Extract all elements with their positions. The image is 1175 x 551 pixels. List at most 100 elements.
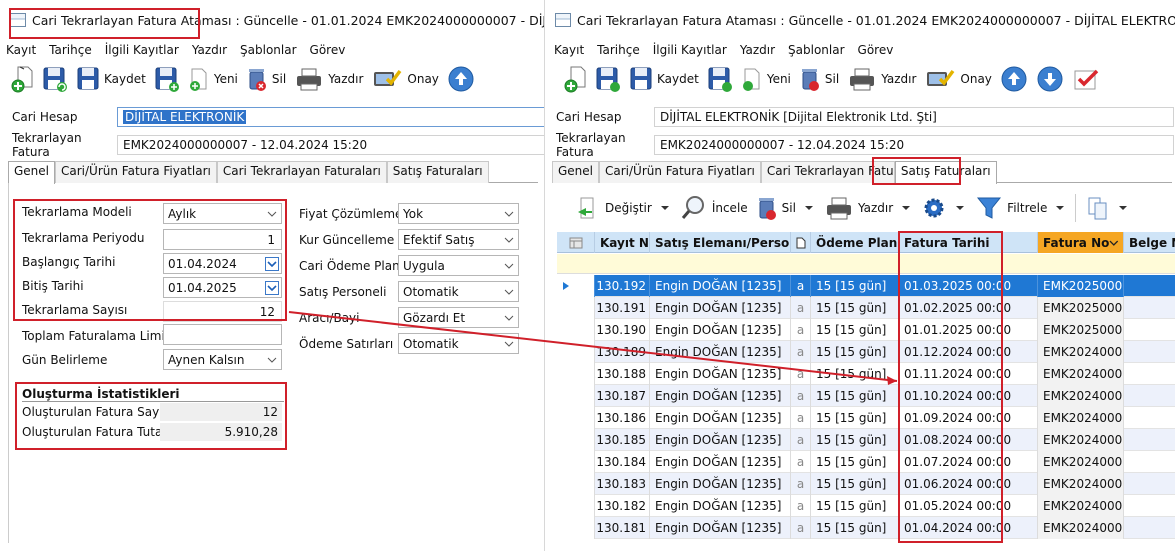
cell-personel[interactable]: Engin DOĞAN [1235] xyxy=(650,297,791,319)
filter-button[interactable]: Filtrele xyxy=(971,190,1071,226)
save-button[interactable]: Kaydet xyxy=(72,61,150,97)
row-type-icon[interactable]: a xyxy=(791,407,811,429)
approve-button[interactable]: Onay xyxy=(367,61,443,97)
cell-fatura-no[interactable]: EMK2024000... xyxy=(1038,407,1124,429)
calendar-dropdown-icon[interactable] xyxy=(265,281,279,295)
inspect-button[interactable]: İncele xyxy=(676,190,752,226)
row-indicator[interactable] xyxy=(557,275,595,297)
caret-down-icon[interactable] xyxy=(802,204,816,212)
col-odeme-plani[interactable]: Ödeme Planı xyxy=(811,232,899,253)
tekrarlayan-input[interactable]: EMK2024000000007 - 12.04.2024 15:20 xyxy=(117,135,544,155)
menu-gorev[interactable]: Görev xyxy=(304,43,353,57)
chevron-down-icon[interactable] xyxy=(502,285,516,299)
row-type-icon[interactable]: a xyxy=(791,363,811,385)
cell-personel[interactable]: Engin DOĞAN [1235] xyxy=(650,363,791,385)
calendar-dropdown-icon[interactable] xyxy=(265,257,279,271)
table-row[interactable]: 1.130.185Engin DOĞAN [1235]a15 [15 gün]0… xyxy=(557,429,1175,451)
menu-kayit[interactable]: Kayıt xyxy=(0,43,43,57)
cell-personel[interactable]: Engin DOĞAN [1235] xyxy=(650,517,791,539)
cell-personel[interactable]: Engin DOĞAN [1235] xyxy=(650,341,791,363)
chevron-down-icon[interactable] xyxy=(265,353,279,367)
delete-button[interactable]: Sil xyxy=(795,61,843,97)
cell-kayit-no[interactable]: 1.130.192 xyxy=(595,275,650,297)
row-indicator[interactable] xyxy=(557,473,595,495)
cell-belge-no[interactable] xyxy=(1124,429,1175,451)
row-indicator[interactable] xyxy=(557,429,595,451)
tab-satis-faturalari[interactable]: Satış Faturaları xyxy=(386,161,489,183)
save-refresh-button[interactable] xyxy=(38,61,72,97)
menu-yazdir[interactable]: Yazdır xyxy=(734,43,782,57)
cell-odeme-plani[interactable]: 15 [15 gün] xyxy=(811,363,899,385)
cell-odeme-plani[interactable]: 15 [15 gün] xyxy=(811,341,899,363)
cell-odeme-plani[interactable]: 15 [15 gün] xyxy=(811,319,899,341)
cell-belge-no[interactable] xyxy=(1124,341,1175,363)
caret-down-icon[interactable] xyxy=(1053,204,1067,212)
chevron-down-icon[interactable] xyxy=(265,207,279,221)
row-indicator[interactable] xyxy=(557,385,595,407)
tab-genel[interactable]: Genel xyxy=(8,161,56,184)
tab-cari-tekrarlayan[interactable]: Cari Tekrarlayan Faturaları xyxy=(216,161,387,183)
table-row[interactable]: 1.130.189Engin DOĞAN [1235]a15 [15 gün]0… xyxy=(557,341,1175,363)
menu-sablonlar[interactable]: Şablonlar xyxy=(234,43,304,57)
araci-bayi-select[interactable]: Gözardı Et xyxy=(398,307,519,328)
table-row[interactable]: 1.130.184Engin DOĞAN [1235]a15 [15 gün]0… xyxy=(557,451,1175,473)
cell-belge-no[interactable] xyxy=(1124,297,1175,319)
caret-down-icon[interactable] xyxy=(899,204,913,212)
chevron-down-icon[interactable] xyxy=(502,311,516,325)
copy-button[interactable] xyxy=(1080,190,1134,226)
table-row[interactable]: 1.130.190Engin DOĞAN [1235]a15 [15 gün]0… xyxy=(557,319,1175,341)
filter-row[interactable] xyxy=(557,254,1175,274)
new-button[interactable]: Yeni xyxy=(184,61,242,97)
menu-tarihce[interactable]: Tarihçe xyxy=(591,43,647,57)
print-button[interactable]: Yazdır xyxy=(290,61,367,97)
menu-ilgili-kayitlar[interactable]: İlgili Kayıtlar xyxy=(99,43,186,57)
row-indicator[interactable] xyxy=(557,297,595,319)
col-kayit-no[interactable]: Kayıt No xyxy=(595,232,650,253)
approve-button[interactable]: Onay xyxy=(920,61,996,97)
row-type-icon[interactable]: a xyxy=(791,319,811,341)
table-row[interactable]: 1.130.191Engin DOĞAN [1235]a15 [15 gün]0… xyxy=(557,297,1175,319)
menu-tarihce[interactable]: Tarihçe xyxy=(43,43,99,57)
grid-print-button[interactable]: Yazdır xyxy=(820,190,917,226)
row-type-icon[interactable]: a xyxy=(791,275,811,297)
cell-odeme-plani[interactable]: 15 [15 gün] xyxy=(811,297,899,319)
cell-odeme-plani[interactable]: 15 [15 gün] xyxy=(811,275,899,297)
cell-kayit-no[interactable]: 1.130.191 xyxy=(595,297,650,319)
menu-kayit[interactable]: Kayıt xyxy=(549,43,591,57)
down-button[interactable] xyxy=(1032,61,1068,97)
save-refresh-button[interactable] xyxy=(591,61,625,97)
cell-fatura-no[interactable]: EMK2024000... xyxy=(1038,495,1124,517)
fiyat-cozumleme-select[interactable]: Yok xyxy=(398,203,519,224)
cell-kayit-no[interactable]: 1.130.190 xyxy=(595,319,650,341)
new-doc-button[interactable] xyxy=(6,61,38,97)
cell-odeme-plani[interactable]: 15 [15 gün] xyxy=(811,473,899,495)
cell-kayit-no[interactable]: 1.130.186 xyxy=(595,407,650,429)
cell-odeme-plani[interactable]: 15 [15 gün] xyxy=(811,517,899,539)
cell-odeme-plani[interactable]: 15 [15 gün] xyxy=(811,495,899,517)
edit-button[interactable]: Değiştir xyxy=(571,190,676,226)
save-button[interactable]: Kaydet xyxy=(625,61,703,97)
tab-cari-urun-fiyatlari[interactable]: Cari/Ürün Fatura Fiyatları xyxy=(55,161,217,183)
chevron-down-icon[interactable] xyxy=(502,233,516,247)
table-row[interactable]: 1.130.181Engin DOĞAN [1235]a15 [15 gün]0… xyxy=(557,517,1175,539)
cell-odeme-plani[interactable]: 15 [15 gün] xyxy=(811,385,899,407)
col-belge-no[interactable]: Belge N xyxy=(1124,232,1175,253)
cell-personel[interactable]: Engin DOĞAN [1235] xyxy=(650,385,791,407)
cell-fatura-no[interactable]: EMK2024000... xyxy=(1038,473,1124,495)
settings-button[interactable] xyxy=(917,190,971,226)
cell-fatura-no[interactable]: EMK2025000... xyxy=(1038,319,1124,341)
table-row[interactable]: 1.130.187Engin DOĞAN [1235]a15 [15 gün]0… xyxy=(557,385,1175,407)
cell-personel[interactable]: Engin DOĞAN [1235] xyxy=(650,473,791,495)
table-row[interactable]: 1.130.183Engin DOĞAN [1235]a15 [15 gün]0… xyxy=(557,473,1175,495)
caret-down-icon[interactable] xyxy=(658,204,672,212)
print-button[interactable]: Yazdır xyxy=(843,61,920,97)
chevron-down-icon[interactable] xyxy=(502,207,516,221)
cell-personel[interactable]: Engin DOĞAN [1235] xyxy=(650,451,791,473)
save-new-button[interactable] xyxy=(150,61,184,97)
cell-belge-no[interactable] xyxy=(1124,275,1175,297)
cell-fatura-no[interactable]: EMK2024000... xyxy=(1038,363,1124,385)
cell-odeme-plani[interactable]: 15 [15 gün] xyxy=(811,407,899,429)
menu-yazdir[interactable]: Yazdır xyxy=(186,43,234,57)
cell-fatura-no[interactable]: EMK2025000... xyxy=(1038,275,1124,297)
cell-personel[interactable]: Engin DOĞAN [1235] xyxy=(650,275,791,297)
